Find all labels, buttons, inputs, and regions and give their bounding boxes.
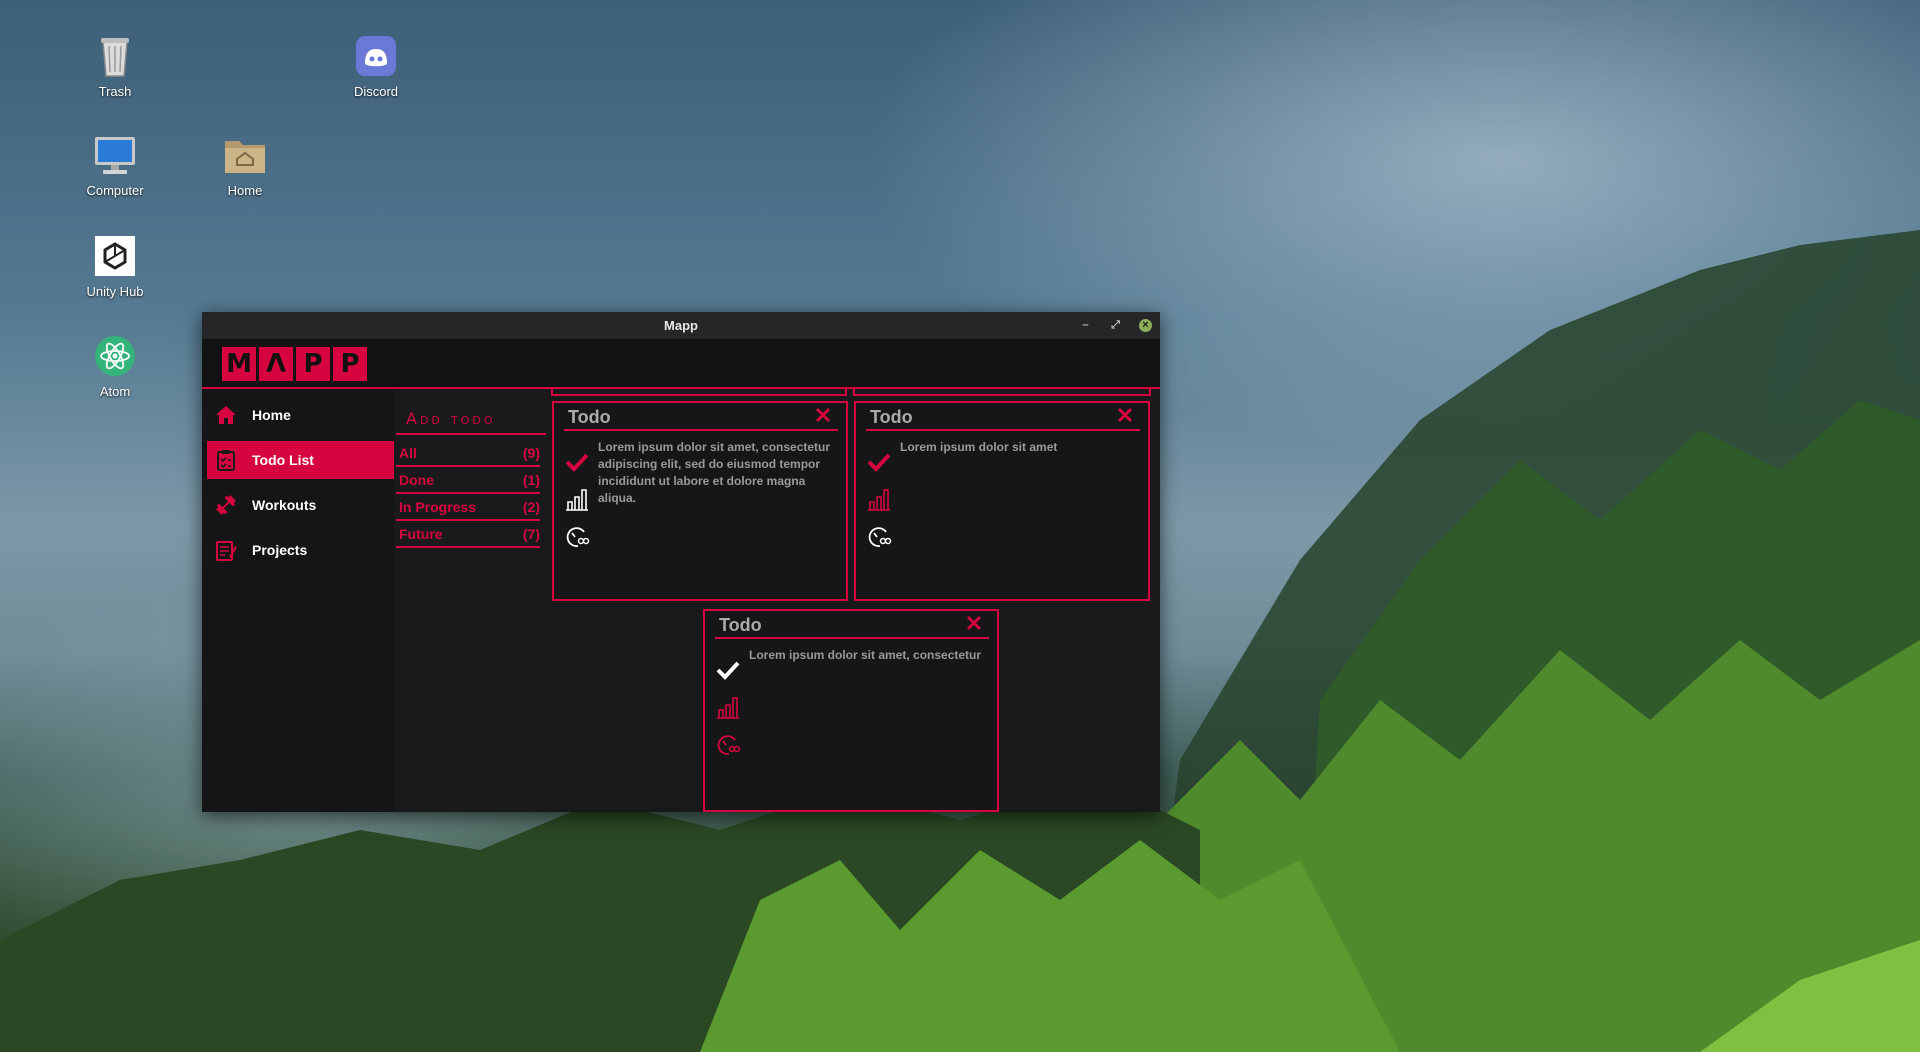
todo-card-text: Lorem ipsum dolor sit amet, consectetur [749,648,982,662]
close-icon[interactable] [1116,406,1134,424]
filter-count: (1) [522,472,540,488]
desktop-icon-label: Home [227,183,263,198]
minimize-button[interactable]: – [1079,319,1092,332]
previous-cards-edge [551,389,1151,396]
timer-icon[interactable] [866,524,892,550]
todo-filters: Add todo All (9) Done (1) In Progress (2… [394,389,550,812]
desktop-icon-discord[interactable]: Discord [328,32,424,99]
todo-card-title: Todo [568,407,611,427]
home-icon [216,406,236,424]
sidebar-item-label: Todo List [252,452,314,468]
desktop-icon-label: Trash [98,84,132,99]
sidebar-item-label: Workouts [252,497,317,513]
timer-icon[interactable] [564,524,590,550]
close-icon[interactable] [814,406,832,424]
todo-card-title: Todo [870,407,913,427]
home-folder-icon [225,141,265,173]
filter-label: Done [399,472,434,488]
logo-letter: M [222,347,256,381]
check-icon[interactable] [564,449,590,475]
todo-card-text: Lorem ipsum dolor sit amet, consectetur … [598,440,831,505]
desktop-icon-label: Unity Hub [86,284,144,299]
desktop-icon-trash[interactable]: Trash [67,32,163,99]
filter-in-progress[interactable]: In Progress (2) [396,495,540,521]
divider [715,637,989,639]
filter-count: (2) [522,499,540,515]
divider [866,429,1140,431]
close-icon[interactable] [965,614,983,632]
mapp-window: Mapp – ⤢ × M Λ P P Home Todo List Workou… [202,312,1160,812]
sidebar-item-label: Home [252,407,291,423]
logo-letter: Λ [259,347,293,381]
discord-icon [356,36,396,76]
clipboard-icon [217,450,235,471]
progress-bars-icon[interactable] [564,486,590,512]
filter-done[interactable]: Done (1) [396,468,540,494]
trash-icon [101,38,129,77]
todo-card[interactable]: Todo Lorem ipsum dolor sit amet, consect… [703,609,999,812]
sidebar-item-projects[interactable]: Projects [207,531,395,569]
desktop-icon-unity-hub[interactable]: Unity Hub [67,232,163,299]
sidebar-item-workouts[interactable]: Workouts [207,486,395,524]
window-title: Mapp [664,318,698,333]
unity-hub-icon [95,236,135,276]
desktop-icon-home[interactable]: Home [197,131,293,198]
divider [564,429,838,431]
atom-icon [95,336,135,376]
sidebar-item-todo-list[interactable]: Todo List [207,441,395,479]
desktop-icon-label: Computer [86,183,144,198]
timer-icon[interactable] [715,732,741,758]
mapp-logo: M Λ P P [222,347,367,381]
progress-bars-icon[interactable] [866,486,892,512]
logo-letter: P [296,347,330,381]
todo-card[interactable]: Todo Lorem ipsum dolor sit amet, consect… [552,401,848,601]
filter-count: (7) [522,526,540,542]
filter-future[interactable]: Future (7) [396,522,540,548]
filter-count: (9) [522,445,540,461]
todo-card[interactable]: Todo Lorem ipsum dolor sit amet [854,401,1150,601]
close-button[interactable]: × [1139,319,1152,332]
filter-label: Future [399,526,443,542]
filter-label: In Progress [399,499,477,515]
desktop-icon-atom[interactable]: Atom [67,332,163,399]
filter-all[interactable]: All (9) [396,441,540,467]
todo-card-title: Todo [719,615,762,635]
progress-bars-icon[interactable] [715,694,741,720]
desktop-icon-label: Atom [99,384,131,399]
todo-card-text: Lorem ipsum dolor sit amet [900,440,1058,454]
app-header: M Λ P P [202,340,1160,389]
add-todo-button[interactable]: Add todo [406,409,495,428]
desktop-icon-label: Discord [353,84,399,99]
maximize-button[interactable]: ⤢ [1109,319,1122,332]
sidebar-item-label: Projects [252,542,308,558]
notepad-icon [216,541,237,561]
dumbbell-icon [216,495,236,515]
computer-icon [95,137,135,174]
sidebar: Home Todo List Workouts Projects [202,389,395,812]
check-icon[interactable] [866,449,892,475]
todo-board: Todo Lorem ipsum dolor sit amet, consect… [550,389,1160,812]
check-icon[interactable] [715,657,741,683]
sidebar-item-home[interactable]: Home [207,396,395,434]
divider [396,433,546,435]
window-titlebar[interactable]: Mapp – ⤢ × [202,312,1160,340]
desktop-icon-computer[interactable]: Computer [67,131,163,198]
logo-letter: P [333,347,367,381]
filter-label: All [399,445,417,461]
